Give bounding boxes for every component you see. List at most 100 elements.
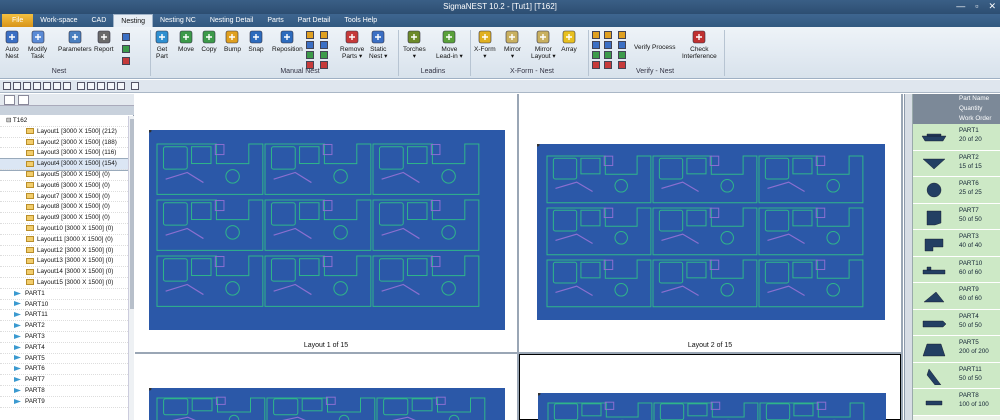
tool-icon[interactable] bbox=[320, 51, 328, 59]
view-tool-icon[interactable] bbox=[33, 82, 41, 90]
part-list-item[interactable]: PART2 15 of 15 bbox=[913, 150, 1000, 177]
menu-tab-nesting-detail[interactable]: Nesting Detail bbox=[203, 14, 261, 27]
layout-panel-3[interactable] bbox=[135, 354, 517, 420]
view-tool-icon[interactable] bbox=[3, 82, 11, 90]
tool-icon[interactable] bbox=[122, 33, 130, 41]
remove-parts-button[interactable]: Remove Parts ▾ bbox=[340, 29, 364, 60]
view-tool-icon[interactable] bbox=[77, 82, 85, 90]
view-tool-icon[interactable] bbox=[23, 82, 31, 90]
tool-icon[interactable] bbox=[592, 41, 600, 49]
tree-root-item[interactable]: ⊟ T162 bbox=[0, 116, 128, 127]
view-tool-icon[interactable] bbox=[131, 82, 139, 90]
part-list-item[interactable]: PART11 50 of 50 bbox=[913, 362, 1000, 389]
parameters-button[interactable]: Parameters bbox=[58, 29, 92, 53]
tree-layout-item[interactable]: Layout10 [3000 X 1500] (0) bbox=[0, 224, 128, 235]
mirror-layout-button[interactable]: Mirror Layout ▾ bbox=[531, 29, 556, 60]
torches-button[interactable]: Torches ▾ bbox=[403, 29, 426, 60]
tool-icon[interactable] bbox=[604, 51, 612, 59]
tree-layout-item[interactable]: Layout2 [3000 X 1500] (188) bbox=[0, 138, 128, 149]
tree-layout-item[interactable]: Layout15 [3000 X 1500] (0) bbox=[0, 278, 128, 289]
tool-icon[interactable] bbox=[122, 57, 130, 65]
mirror-button[interactable]: Mirror ▾ bbox=[504, 29, 521, 60]
tree-part-item[interactable]: PART3 bbox=[0, 332, 128, 343]
tree-layout-item[interactable]: Layout11 [3000 X 1500] (0) bbox=[0, 235, 128, 246]
menu-tab-parts[interactable]: Parts bbox=[260, 14, 290, 27]
tool-icon[interactable] bbox=[320, 41, 328, 49]
view-tool-icon[interactable] bbox=[63, 82, 71, 90]
move-lead-in-button[interactable]: Move Lead-in ▾ bbox=[436, 29, 463, 60]
tree-layout-item[interactable]: Layout13 [3000 X 1500] (0) bbox=[0, 256, 128, 268]
layout-panel-2[interactable]: Layout 2 of 15 bbox=[519, 94, 901, 352]
menu-tab-cad[interactable]: CAD bbox=[85, 14, 114, 27]
tree-part-item[interactable]: PART5 bbox=[0, 354, 128, 365]
tool-icon[interactable] bbox=[604, 41, 612, 49]
part-list-item[interactable]: PART4 50 of 50 bbox=[913, 309, 1000, 336]
tree-part-item[interactable]: PART6 bbox=[0, 364, 128, 376]
tree-layout-item[interactable]: Layout3 [3000 X 1500] (116) bbox=[0, 148, 128, 160]
menu-tab-nesting-nc[interactable]: Nesting NC bbox=[153, 14, 203, 27]
part-list-item[interactable]: PART3 40 of 40 bbox=[913, 230, 1000, 257]
tool-icon[interactable] bbox=[306, 31, 314, 39]
tree-part-item[interactable]: PART10 bbox=[0, 300, 128, 311]
tool-icon[interactable] bbox=[592, 51, 600, 59]
array-button[interactable]: Array bbox=[561, 29, 577, 53]
tree-part-item[interactable]: PART1 bbox=[0, 289, 128, 300]
tree-layout-item[interactable]: Layout14 [3000 X 1500] (0) bbox=[0, 267, 128, 278]
part-list-item[interactable]: PART7 50 of 50 bbox=[913, 203, 1000, 230]
copy-button[interactable]: Copy bbox=[201, 29, 217, 53]
view-tool-icon[interactable] bbox=[87, 82, 95, 90]
layout-panel-1[interactable]: Layout 1 of 15 bbox=[135, 94, 517, 352]
tool-icon[interactable] bbox=[604, 31, 612, 39]
layout-panel-4[interactable] bbox=[519, 354, 901, 420]
snap-button[interactable]: Snap bbox=[248, 29, 264, 53]
expand-icon[interactable]: ⊟ bbox=[6, 117, 13, 124]
tree-tab-icon[interactable] bbox=[4, 95, 15, 105]
tool-icon[interactable] bbox=[306, 51, 314, 59]
part-list-item[interactable]: PART1 20 of 20 bbox=[913, 124, 1000, 151]
tree-part-item[interactable]: PART8 bbox=[0, 386, 128, 397]
bump-button[interactable]: Bump bbox=[224, 29, 241, 53]
tree-layout-item[interactable]: Layout1 [3000 X 1500] (212) bbox=[0, 127, 128, 138]
minimize-button[interactable]: — bbox=[956, 1, 965, 12]
tree-part-item[interactable]: PART7 bbox=[0, 375, 128, 386]
maximize-button[interactable]: ▫ bbox=[975, 1, 978, 12]
close-button[interactable]: ✕ bbox=[988, 1, 996, 12]
view-tool-icon[interactable] bbox=[107, 82, 115, 90]
tool-icon[interactable] bbox=[306, 41, 314, 49]
tree-part-item[interactable]: PART9 bbox=[0, 397, 128, 408]
part-list-item[interactable]: PART9 60 of 60 bbox=[913, 283, 1000, 310]
static-nest-button[interactable]: Static Nest ▾ bbox=[369, 29, 387, 60]
tool-icon[interactable] bbox=[618, 41, 626, 49]
view-tool-icon[interactable] bbox=[97, 82, 105, 90]
part-list-item[interactable]: PART5 200 of 200 bbox=[913, 336, 1000, 363]
check-interference-button[interactable]: Check Interference bbox=[682, 29, 717, 60]
list-tab-icon[interactable] bbox=[18, 95, 29, 105]
view-tool-icon[interactable] bbox=[43, 82, 51, 90]
menu-tab-work-space[interactable]: Work-space bbox=[33, 14, 84, 27]
tree-layout-item[interactable]: Layout12 [3000 X 1500] (0) bbox=[0, 246, 128, 257]
tree-layout-item[interactable]: Layout7 [3000 X 1500] (0) bbox=[0, 192, 128, 203]
verify-process-button[interactable]: Verify Process bbox=[634, 44, 676, 51]
view-tool-icon[interactable] bbox=[117, 82, 125, 90]
tree-part-item[interactable]: PART11 bbox=[0, 310, 128, 322]
auto-nest-button[interactable]: Auto Nest bbox=[4, 29, 20, 60]
tool-icon[interactable] bbox=[618, 31, 626, 39]
get-part-button[interactable]: Get Part bbox=[154, 29, 170, 60]
tree-layout-item[interactable]: Layout6 [3000 X 1500] (0) bbox=[0, 181, 128, 192]
menu-tab-nesting[interactable]: Nesting bbox=[113, 14, 154, 27]
view-tool-icon[interactable] bbox=[13, 82, 21, 90]
tree-layout-item[interactable]: Layout8 [3000 X 1500] (0) bbox=[0, 202, 128, 214]
tool-icon[interactable] bbox=[592, 31, 600, 39]
menu-tab-tools-help[interactable]: Tools Help bbox=[337, 14, 384, 27]
move-button[interactable]: Move bbox=[178, 29, 194, 53]
tree-scrollbar[interactable] bbox=[128, 116, 134, 420]
tree-layout-item[interactable]: Layout9 [3000 X 1500] (0) bbox=[0, 213, 128, 224]
tool-icon[interactable] bbox=[618, 51, 626, 59]
part-list-item[interactable]: PART6 25 of 25 bbox=[913, 177, 1000, 204]
menu-tab-file[interactable]: File bbox=[2, 14, 34, 27]
tree-part-item[interactable]: PART2 bbox=[0, 321, 128, 332]
modify-task-button[interactable]: Modify Task bbox=[28, 29, 47, 60]
tree-layout-item[interactable]: Layout4 [3000 X 1500] (154) bbox=[0, 158, 129, 171]
tool-icon[interactable] bbox=[320, 31, 328, 39]
part-list-item[interactable]: PART8 100 of 100 bbox=[913, 389, 1000, 416]
